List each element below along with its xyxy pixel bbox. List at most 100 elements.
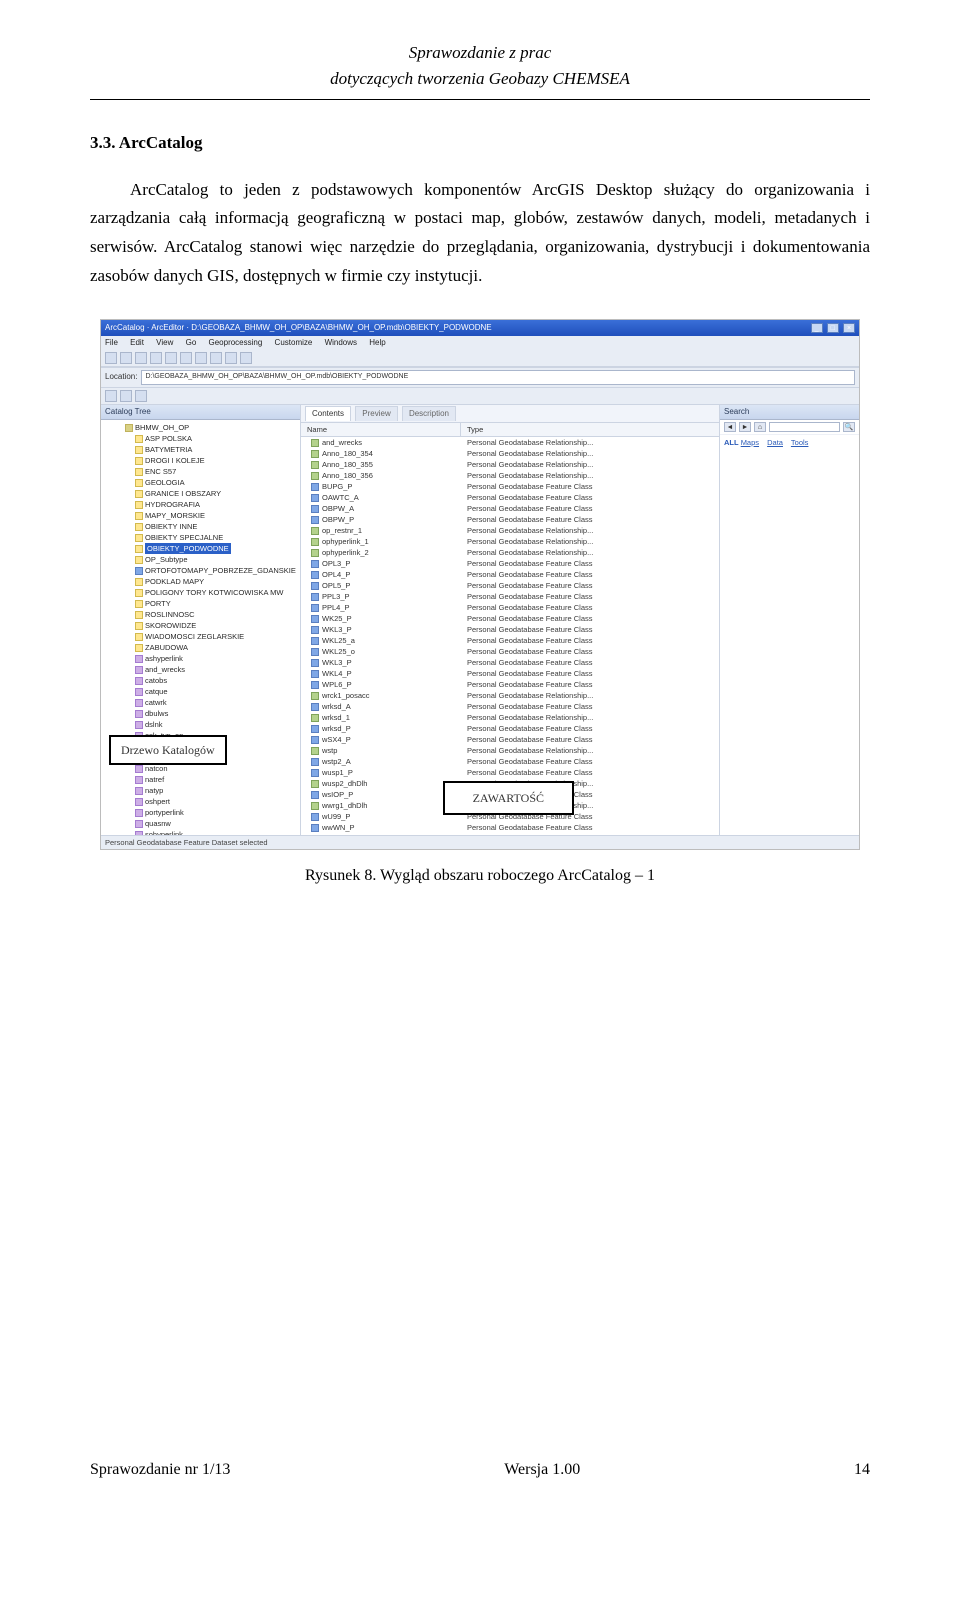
- tree-node[interactable]: ASP POLSKA: [105, 433, 298, 444]
- tree-node[interactable]: ashyperlink: [105, 653, 298, 664]
- window-titlebar[interactable]: ArcCatalog · ArcEditor · D:\GEOBAZA_BHMW…: [101, 320, 859, 336]
- menu-windows[interactable]: Windows: [325, 338, 357, 347]
- search-fwd-icon[interactable]: ►: [739, 422, 751, 432]
- list-item[interactable]: ophyperlink_2Personal Geodatabase Relati…: [301, 547, 719, 558]
- tree-node[interactable]: POLIGONY TORY KOTWICOWISKA MW: [105, 587, 298, 598]
- tree-node[interactable]: dslnk: [105, 719, 298, 730]
- search-link-maps[interactable]: Maps: [741, 438, 759, 447]
- menu-file[interactable]: File: [105, 338, 118, 347]
- list-item[interactable]: OPL5_PPersonal Geodatabase Feature Class: [301, 580, 719, 591]
- toolbar-icon[interactable]: [195, 352, 207, 364]
- tab-description[interactable]: Description: [402, 406, 456, 421]
- menubar[interactable]: File Edit View Go Geoprocessing Customiz…: [101, 336, 859, 350]
- tree-node[interactable]: OBIEKTY SPECJALNE: [105, 532, 298, 543]
- toolbar-icon[interactable]: [135, 390, 147, 402]
- list-item[interactable]: WK25_PPersonal Geodatabase Feature Class: [301, 613, 719, 624]
- tree-node[interactable]: OBIEKTY_PODWODNE: [105, 543, 298, 554]
- search-back-icon[interactable]: ◄: [724, 422, 736, 432]
- list-item[interactable]: OAWTC_APersonal Geodatabase Feature Clas…: [301, 492, 719, 503]
- list-item[interactable]: BUPG_PPersonal Geodatabase Feature Class: [301, 481, 719, 492]
- list-item[interactable]: PPL3_PPersonal Geodatabase Feature Class: [301, 591, 719, 602]
- maximize-icon[interactable]: □: [827, 323, 839, 333]
- toolbar-icon[interactable]: [165, 352, 177, 364]
- list-item[interactable]: wstpPersonal Geodatabase Relationship...: [301, 745, 719, 756]
- list-item[interactable]: WKL3_PPersonal Geodatabase Feature Class: [301, 657, 719, 668]
- search-input[interactable]: [769, 422, 840, 432]
- list-item[interactable]: OPL4_PPersonal Geodatabase Feature Class: [301, 569, 719, 580]
- search-go-icon[interactable]: 🔍: [843, 422, 855, 432]
- catalog-tree-body[interactable]: BHMW_OH_OPASP POLSKABATYMETRIADROGI I KO…: [101, 420, 300, 835]
- tree-node[interactable]: GEOLOGIA: [105, 477, 298, 488]
- toolbar-icon[interactable]: [120, 390, 132, 402]
- minimize-icon[interactable]: _: [811, 323, 823, 333]
- search-link-tools[interactable]: Tools: [791, 438, 809, 447]
- toolbar-icon[interactable]: [210, 352, 222, 364]
- tree-node[interactable]: catobs: [105, 675, 298, 686]
- toolbar-icon[interactable]: [105, 352, 117, 364]
- tree-node[interactable]: MAPY_MORSKIE: [105, 510, 298, 521]
- menu-go[interactable]: Go: [186, 338, 197, 347]
- list-item[interactable]: wrksd_1Personal Geodatabase Relationship…: [301, 712, 719, 723]
- list-item[interactable]: WKL25_aPersonal Geodatabase Feature Clas…: [301, 635, 719, 646]
- tree-node[interactable]: catque: [105, 686, 298, 697]
- list-item[interactable]: wwWN_PPersonal Geodatabase Feature Class: [301, 822, 719, 833]
- list-item[interactable]: wSX4_PPersonal Geodatabase Feature Class: [301, 734, 719, 745]
- list-item[interactable]: WKL3_PPersonal Geodatabase Feature Class: [301, 624, 719, 635]
- search-home-icon[interactable]: ⌂: [754, 422, 766, 432]
- menu-help[interactable]: Help: [369, 338, 385, 347]
- search-link-data[interactable]: Data: [767, 438, 783, 447]
- tab-preview[interactable]: Preview: [355, 406, 397, 421]
- list-item[interactable]: WPL6_PPersonal Geodatabase Feature Class: [301, 679, 719, 690]
- list-item[interactable]: op_restnr_1Personal Geodatabase Relation…: [301, 525, 719, 536]
- tree-node[interactable]: oshpert: [105, 796, 298, 807]
- menu-geoprocessing[interactable]: Geoprocessing: [209, 338, 263, 347]
- list-item[interactable]: and_wrecksPersonal Geodatabase Relations…: [301, 437, 719, 448]
- tree-node[interactable]: sohyperlink: [105, 829, 298, 835]
- tree-node[interactable]: HYDROGRAFIA: [105, 499, 298, 510]
- list-item[interactable]: wstp2_APersonal Geodatabase Feature Clas…: [301, 756, 719, 767]
- list-item[interactable]: OBPW_PPersonal Geodatabase Feature Class: [301, 514, 719, 525]
- tree-node[interactable]: ZABUDOWA: [105, 642, 298, 653]
- list-item[interactable]: wusp1_PPersonal Geodatabase Feature Clas…: [301, 767, 719, 778]
- col-header-name[interactable]: Name: [301, 423, 461, 436]
- list-item[interactable]: ZPFS_APersonal Geodatabase Feature Class: [301, 833, 719, 835]
- toolbar-icon[interactable]: [240, 352, 252, 364]
- tree-node[interactable]: ROSLINNOSC: [105, 609, 298, 620]
- contents-list[interactable]: Name Type and_wrecksPersonal Geodatabase…: [301, 423, 719, 835]
- tree-node[interactable]: ENC S57: [105, 466, 298, 477]
- tree-node[interactable]: BATYMETRIA: [105, 444, 298, 455]
- toolbar-icon[interactable]: [120, 352, 132, 364]
- location-input[interactable]: D:\GEOBAZA_BHMW_OH_OP\BAZA\BHMW_OH_OP.md…: [141, 370, 855, 385]
- toolbar-icon[interactable]: [135, 352, 147, 364]
- menu-view[interactable]: View: [156, 338, 173, 347]
- toolbar-icon[interactable]: [180, 352, 192, 364]
- tree-node[interactable]: portyperlink: [105, 807, 298, 818]
- list-item[interactable]: ophyperlink_1Personal Geodatabase Relati…: [301, 536, 719, 547]
- tree-node[interactable]: natref: [105, 774, 298, 785]
- toolbar-icon[interactable]: [225, 352, 237, 364]
- tree-node[interactable]: PODKLAD MAPY: [105, 576, 298, 587]
- toolbar-icon[interactable]: [150, 352, 162, 364]
- list-item[interactable]: WKL25_oPersonal Geodatabase Feature Clas…: [301, 646, 719, 657]
- menu-edit[interactable]: Edit: [130, 338, 144, 347]
- list-item[interactable]: WKL4_PPersonal Geodatabase Feature Class: [301, 668, 719, 679]
- close-icon[interactable]: ×: [843, 323, 855, 333]
- tree-node[interactable]: natyp: [105, 785, 298, 796]
- menu-customize[interactable]: Customize: [275, 338, 313, 347]
- tree-node[interactable]: PORTY: [105, 598, 298, 609]
- list-item[interactable]: Anno_180_354Personal Geodatabase Relatio…: [301, 448, 719, 459]
- search-filter-all[interactable]: ALL: [724, 438, 739, 447]
- toolbar-icon[interactable]: [105, 390, 117, 402]
- tree-node[interactable]: BHMW_OH_OP: [105, 422, 298, 433]
- list-item[interactable]: wrck1_posaccPersonal Geodatabase Relatio…: [301, 690, 719, 701]
- tab-contents[interactable]: Contents: [305, 406, 351, 421]
- list-item[interactable]: wrksd_APersonal Geodatabase Feature Clas…: [301, 701, 719, 712]
- list-item[interactable]: wrksd_PPersonal Geodatabase Feature Clas…: [301, 723, 719, 734]
- tree-node[interactable]: OBIEKTY INNE: [105, 521, 298, 532]
- list-item[interactable]: OPL3_PPersonal Geodatabase Feature Class: [301, 558, 719, 569]
- tree-node[interactable]: ORTOFOTOMAPY_POBRZEZE_GDANSKIE: [105, 565, 298, 576]
- tree-node[interactable]: and_wrecks: [105, 664, 298, 675]
- tree-node[interactable]: WIADOMOSCI ZEGLARSKIE: [105, 631, 298, 642]
- list-item[interactable]: Anno_180_356Personal Geodatabase Relatio…: [301, 470, 719, 481]
- tree-node[interactable]: quasnw: [105, 818, 298, 829]
